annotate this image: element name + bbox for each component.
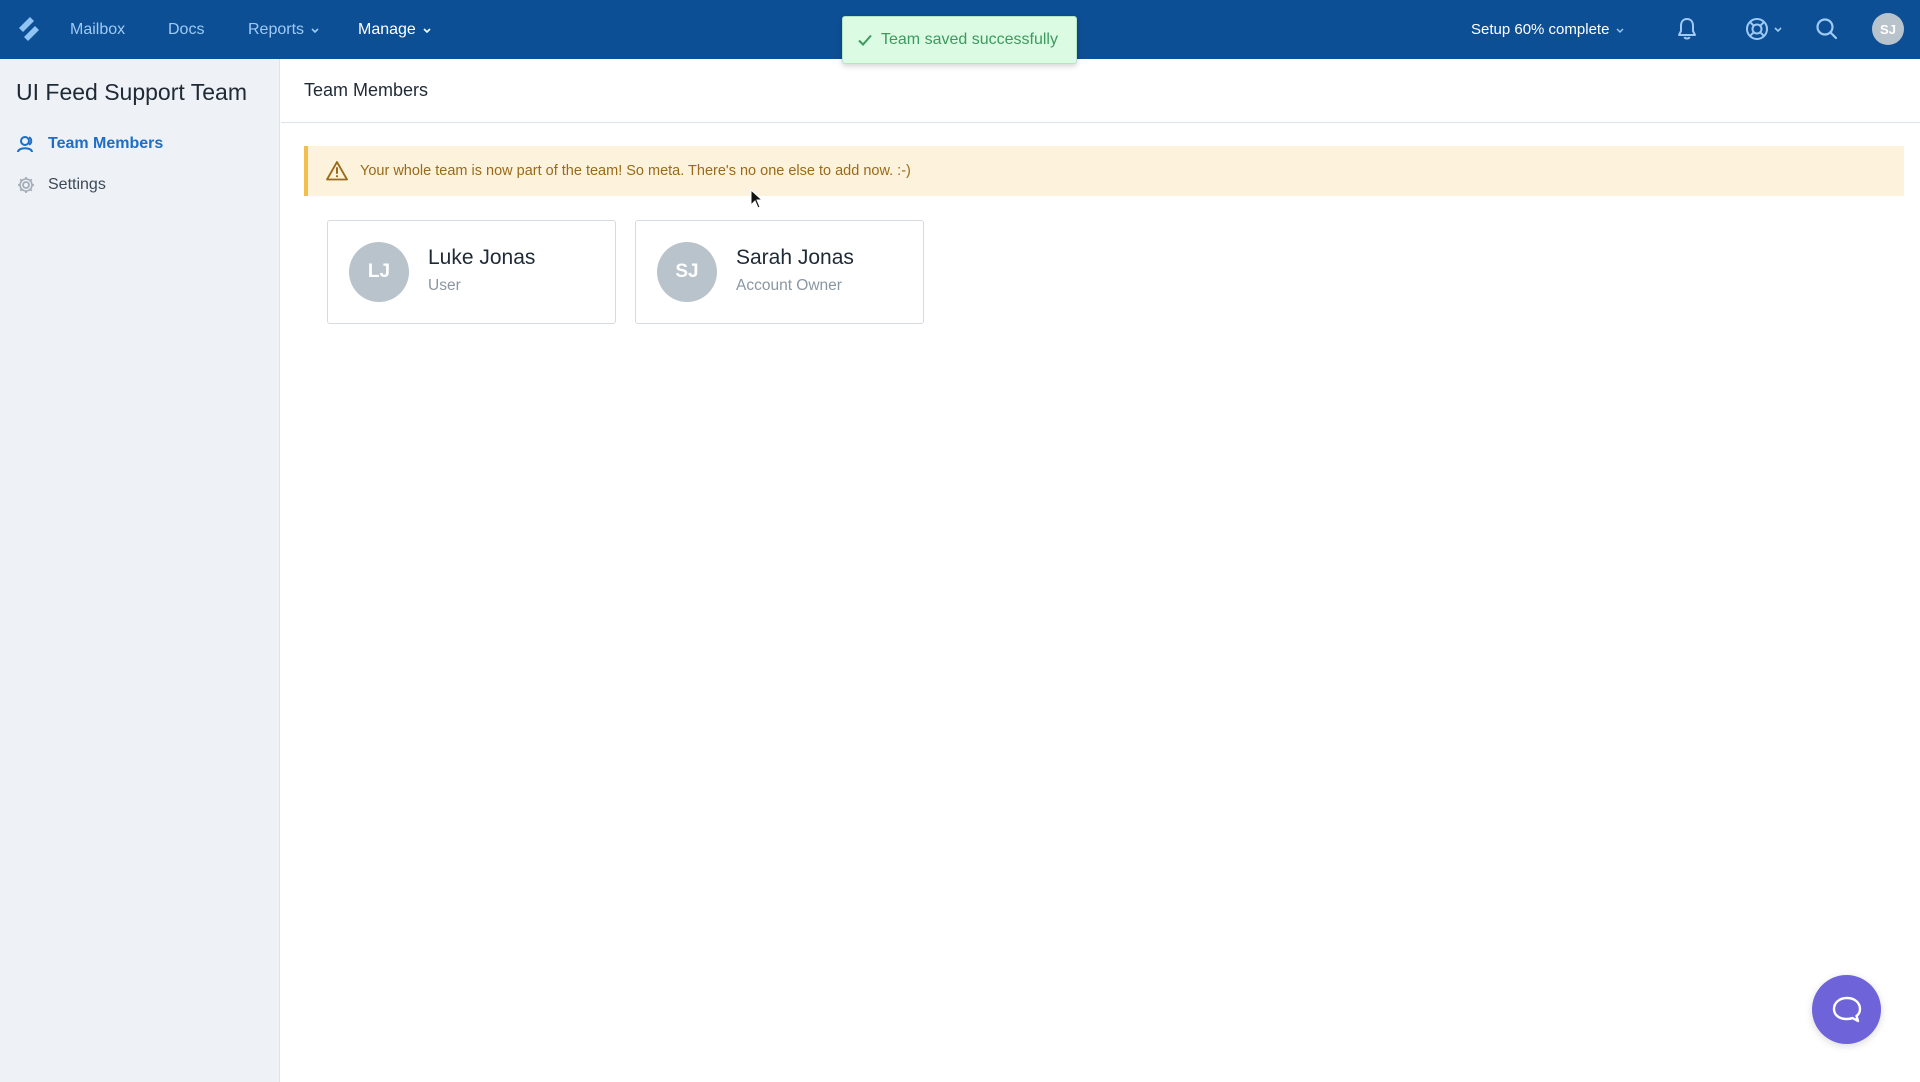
- nav-reports[interactable]: Reports: [248, 0, 320, 59]
- help-lifebuoy-icon: [1746, 18, 1768, 40]
- sidebar-item-label: Team Members: [48, 135, 164, 152]
- main-header: Team Members: [281, 59, 1920, 123]
- member-name: Luke Jonas: [428, 246, 536, 269]
- nav-mailbox[interactable]: Mailbox: [70, 0, 125, 59]
- search-icon[interactable]: [1814, 16, 1840, 42]
- chat-bubble-icon: [1832, 996, 1861, 1022]
- nav-docs-label: Docs: [168, 20, 205, 38]
- member-role: Account Owner: [736, 277, 842, 294]
- chevron-down-icon: [1774, 27, 1782, 33]
- user-avatar[interactable]: SJ: [1872, 13, 1904, 45]
- member-role: User: [428, 277, 461, 294]
- sidebar-item-label: Settings: [48, 176, 106, 193]
- help-menu-button[interactable]: [1744, 16, 1784, 42]
- helpscout-logo-icon[interactable]: [16, 14, 42, 44]
- chevron-down-icon: [311, 27, 319, 33]
- sidebar-item-team-members[interactable]: Team Members: [16, 132, 163, 156]
- member-card[interactable]: LJ Luke Jonas User: [327, 220, 616, 324]
- nav-manage-label: Manage: [358, 20, 416, 38]
- chevron-down-icon: [423, 27, 431, 33]
- setup-progress-label: Setup 60% complete: [1471, 21, 1610, 38]
- bell-icon[interactable]: [1674, 16, 1700, 42]
- setup-progress-dropdown[interactable]: Setup 60% complete: [1471, 0, 1625, 59]
- sidebar: UI Feed Support Team Team Members Settin…: [0, 59, 280, 1082]
- chat-beacon-button[interactable]: [1812, 975, 1881, 1044]
- mouse-cursor-icon: [750, 189, 764, 209]
- member-name: Sarah Jonas: [736, 246, 854, 269]
- nav-mailbox-label: Mailbox: [70, 20, 126, 38]
- nav-docs[interactable]: Docs: [168, 0, 204, 59]
- info-alert: Your whole team is now part of the team!…: [304, 146, 1904, 196]
- alert-message: Your whole team is now part of the team!…: [360, 163, 911, 179]
- member-avatar: LJ: [349, 242, 409, 302]
- success-toast: Team saved successfully: [842, 16, 1077, 64]
- nav-manage[interactable]: Manage: [358, 0, 432, 59]
- team-name-title: UI Feed Support Team: [16, 79, 247, 105]
- warning-icon: [326, 161, 348, 181]
- users-icon: [17, 136, 33, 153]
- page-title: Team Members: [304, 80, 429, 100]
- member-avatar: SJ: [657, 242, 717, 302]
- nav-reports-label: Reports: [248, 20, 305, 38]
- member-card[interactable]: SJ Sarah Jonas Account Owner: [635, 220, 924, 324]
- sidebar-item-settings[interactable]: Settings: [16, 173, 106, 197]
- chevron-down-icon: [1616, 28, 1624, 33]
- toast-message: Team saved successfully: [881, 31, 1058, 48]
- check-icon: [858, 34, 872, 46]
- gear-icon: [18, 177, 34, 193]
